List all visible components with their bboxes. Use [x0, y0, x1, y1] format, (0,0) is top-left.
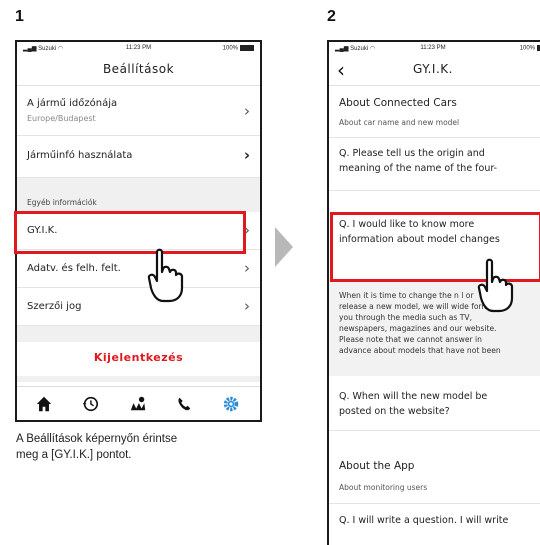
privacy-label: Adatv. és felh. felt.: [27, 263, 121, 274]
answer-line: Please note that we cannot answer in: [339, 335, 482, 344]
step-number-2: 2: [327, 8, 336, 25]
map-icon[interactable]: [129, 395, 147, 413]
question-new-model-website[interactable]: Q. When will the new model be posted on …: [339, 389, 535, 419]
status-time: 11:23 PM: [420, 45, 446, 51]
vehicle-info-label: Járműinfó használata: [27, 150, 133, 161]
divider: [329, 503, 540, 504]
chevron-right-icon: ›: [244, 297, 250, 315]
timezone-value: Europe/Budapest: [27, 114, 96, 123]
home-icon[interactable]: [35, 395, 53, 413]
row-vehicle-info[interactable]: Járműinfó használata ›: [17, 136, 260, 178]
step-number-1: 1: [15, 8, 24, 25]
question-origin-name[interactable]: Q. Please tell us the origin and meaning…: [339, 146, 535, 176]
step-arrow-icon: [275, 227, 293, 267]
divider: [329, 430, 540, 431]
divider: [329, 137, 540, 138]
page-title: GY.I.K.: [413, 62, 453, 76]
chevron-right-icon: ›: [244, 259, 250, 277]
pointing-hand-icon: [147, 248, 184, 303]
answer-line: advance about models that have not been: [339, 346, 501, 355]
row-privacy[interactable]: Adatv. és felh. felt. ›: [17, 250, 260, 288]
battery-indicator: 100%: [520, 45, 540, 52]
settings-icon[interactable]: [222, 395, 240, 413]
nav-bar: Beállítások: [17, 56, 260, 86]
pointing-hand-icon: [477, 258, 514, 313]
battery-indicator: 100%: [223, 45, 254, 52]
instruction-caption: A Beállítások képernyőn érintse meg a [G…: [16, 431, 266, 463]
section-caption: Egyéb információk: [27, 198, 97, 207]
status-bar: ▂▄▆ Suzuki ◠ 11:23 PM 100%: [17, 42, 260, 56]
section-subtitle-monitoring: About monitoring users: [339, 483, 428, 492]
phone-icon[interactable]: [175, 395, 193, 413]
caption-line-1: A Beállítások képernyőn érintse: [16, 433, 178, 445]
copyright-label: Szerzői jog: [27, 301, 82, 312]
section-title-connected-cars: About Connected Cars: [339, 97, 457, 109]
section-subtitle-car-name: About car name and new model: [339, 118, 460, 127]
page-title: Beállítások: [102, 62, 175, 76]
answer-line: newspapers, magazines and our website.: [339, 324, 497, 333]
caption-line-2: meg a [GY.I.K.] pontot.: [16, 449, 132, 461]
question-write[interactable]: Q. I will write a question. I will write: [339, 513, 540, 528]
section-header-other: Egyéb információk: [17, 178, 260, 212]
row-copyright[interactable]: Szerzői jog ›: [17, 288, 260, 326]
nav-bar: ‹ GY.I.K.: [329, 56, 540, 86]
divider: [329, 190, 540, 191]
logout-button[interactable]: Kijelentkezés: [17, 351, 260, 364]
row-vehicle-timezone[interactable]: A jármű időzónája Europe/Budapest ›: [17, 88, 260, 136]
battery-icon: [240, 45, 254, 51]
timezone-label: A jármű időzónája: [27, 98, 118, 109]
history-icon[interactable]: [81, 395, 99, 413]
chevron-right-icon: ›: [243, 146, 250, 164]
status-bar: ▂▄▆ Suzuki ◠ 11:23 PM 100%: [329, 42, 540, 56]
chevron-right-icon: ›: [244, 102, 250, 120]
tab-bar: [17, 386, 260, 420]
section-title-about-app: About the App: [339, 460, 415, 472]
highlight-faq-row: [14, 211, 246, 254]
logout-area: Kijelentkezés: [17, 326, 260, 382]
